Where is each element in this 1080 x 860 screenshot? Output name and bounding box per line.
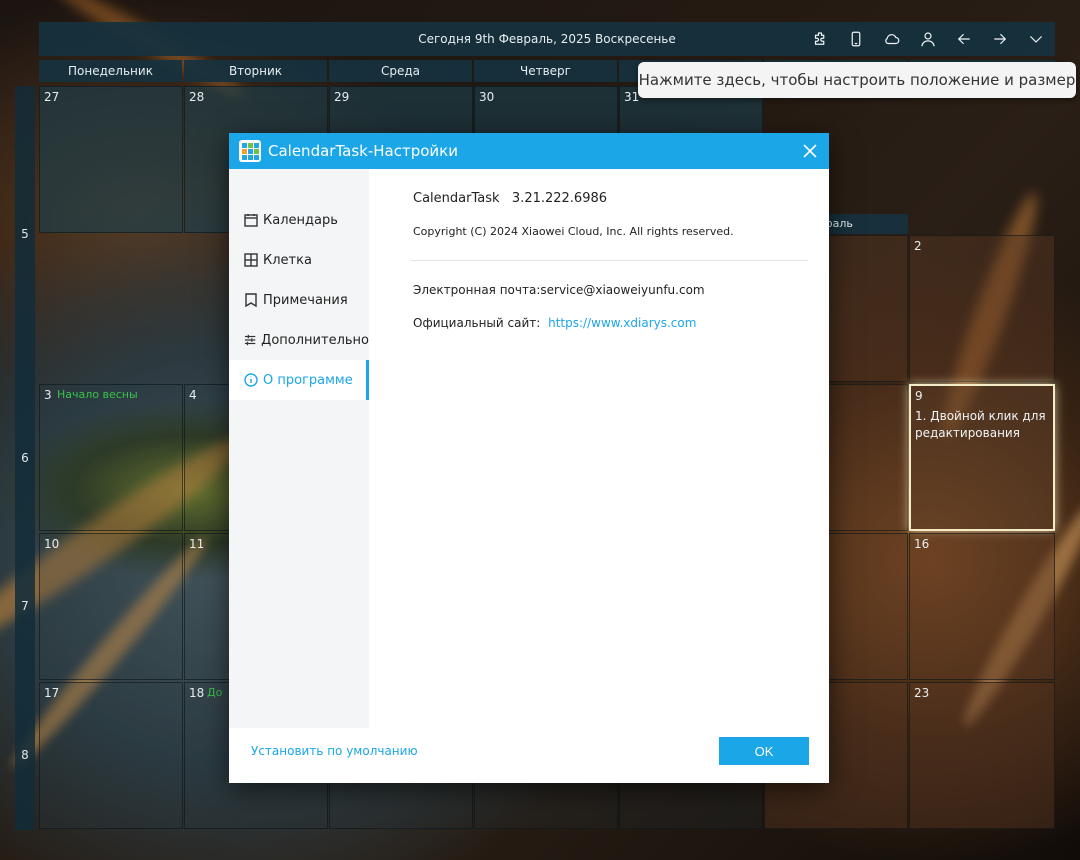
sidebar-item-advanced[interactable]: Дополнительно <box>229 320 369 360</box>
day-cell[interactable]: 2 <box>909 235 1055 382</box>
calendar-icon <box>244 214 258 227</box>
cloud-icon[interactable] <box>880 27 904 51</box>
weekday-header-wed: Среда <box>329 60 472 82</box>
close-icon[interactable] <box>799 140 821 162</box>
divider <box>410 260 808 261</box>
weekday-header-mon: Понедельник <box>39 60 182 82</box>
sidebar-item-cell[interactable]: Клетка <box>229 240 369 280</box>
puzzle-icon[interactable] <box>808 27 832 51</box>
day-number: 9 <box>915 389 923 403</box>
chevron-down-icon[interactable] <box>1024 27 1048 51</box>
day-number: 17 <box>44 686 60 700</box>
ok-button[interactable]: OK <box>719 737 809 765</box>
day-number: 3 <box>44 388 52 402</box>
week-number: 8 <box>21 748 29 762</box>
app-logo-icon <box>239 140 261 162</box>
day-number: 18 <box>189 686 205 700</box>
arrow-right-icon[interactable] <box>988 27 1012 51</box>
day-number: 2 <box>914 239 922 253</box>
sidebar-item-label: Примечания <box>263 292 348 308</box>
week-number: 7 <box>21 599 29 613</box>
day-number: 10 <box>44 537 60 551</box>
user-icon[interactable] <box>916 27 940 51</box>
position-size-tooltip: Нажмите здесь, чтобы настроить положение… <box>638 62 1076 98</box>
day-cell[interactable]: 23 <box>909 682 1055 829</box>
weekday-header-thu: Четверг <box>474 60 617 82</box>
sidebar-item-label: О программе <box>263 372 353 388</box>
day-number: 4 <box>189 388 197 402</box>
day-cell[interactable]: 17 <box>39 682 183 829</box>
official-site-row: Официальный сайт: https://www.xdiarys.co… <box>413 316 696 330</box>
sidebar-item-label: Дополнительно <box>261 332 369 348</box>
day-number: 23 <box>914 686 930 700</box>
dialog-title: CalendarTask-Настройки <box>268 142 458 160</box>
phone-icon[interactable] <box>844 27 868 51</box>
official-site-label: Официальный сайт: <box>413 316 541 330</box>
sidebar-item-notes[interactable]: Примечания <box>229 280 369 320</box>
sidebar-item-about[interactable]: О программе <box>229 360 369 400</box>
contact-email: Электронная почта:service@xiaoweiyunfu.c… <box>413 283 705 297</box>
sidebar-item-label: Календарь <box>263 212 338 228</box>
day-cell[interactable]: 3 Начало весны <box>39 384 183 531</box>
sidebar-item-calendar[interactable]: Календарь <box>229 200 369 240</box>
about-panel: CalendarTask 3.21.222.6986 Copyright (C)… <box>369 169 829 728</box>
reset-defaults-link[interactable]: Установить по умолчанию <box>251 744 418 758</box>
app-name-version: CalendarTask 3.21.222.6986 <box>413 191 608 206</box>
week-number: 6 <box>21 451 29 465</box>
day-number: 11 <box>189 537 205 551</box>
settings-dialog: CalendarTask-Настройки Календарь Клетка … <box>229 133 829 783</box>
holiday-label: До <box>207 686 223 699</box>
official-site-link[interactable]: https://www.xdiarys.com <box>548 316 696 330</box>
day-cell[interactable]: 27 <box>39 86 183 233</box>
sliders-icon <box>244 334 256 346</box>
day-number: 30 <box>479 90 495 104</box>
sidebar-item-label: Клетка <box>263 252 312 268</box>
day-number: 29 <box>334 90 350 104</box>
settings-sidebar: Календарь Клетка Примечания Дополнительн… <box>229 169 369 728</box>
copyright-text: Copyright (C) 2024 Xiaowei Cloud, Inc. A… <box>413 225 734 238</box>
calendar-toolbar: Сегодня 9th Февраль, 2025 Воскресенье <box>39 22 1055 56</box>
weekday-header-tue: Вторник <box>184 60 327 82</box>
holiday-label: Начало весны <box>57 388 138 401</box>
arrow-left-icon[interactable] <box>952 27 976 51</box>
day-cell[interactable]: 10 <box>39 533 183 680</box>
day-cell[interactable]: 16 <box>909 533 1055 680</box>
bookmark-icon <box>245 293 257 307</box>
dialog-titlebar[interactable]: CalendarTask-Настройки <box>229 133 829 169</box>
info-icon <box>244 373 258 387</box>
day-number: 31 <box>624 90 640 104</box>
day-number: 27 <box>44 90 60 104</box>
dialog-footer: Установить по умолчанию OK <box>229 728 829 783</box>
day-cell-selected[interactable]: 9 1. Двойной клик для редактирования <box>909 384 1055 531</box>
day-note: 1. Двойной клик для редактирования <box>915 409 1046 440</box>
grid-icon <box>244 253 258 267</box>
week-number: 5 <box>21 227 29 241</box>
day-number: 28 <box>189 90 205 104</box>
day-number: 16 <box>914 537 930 551</box>
